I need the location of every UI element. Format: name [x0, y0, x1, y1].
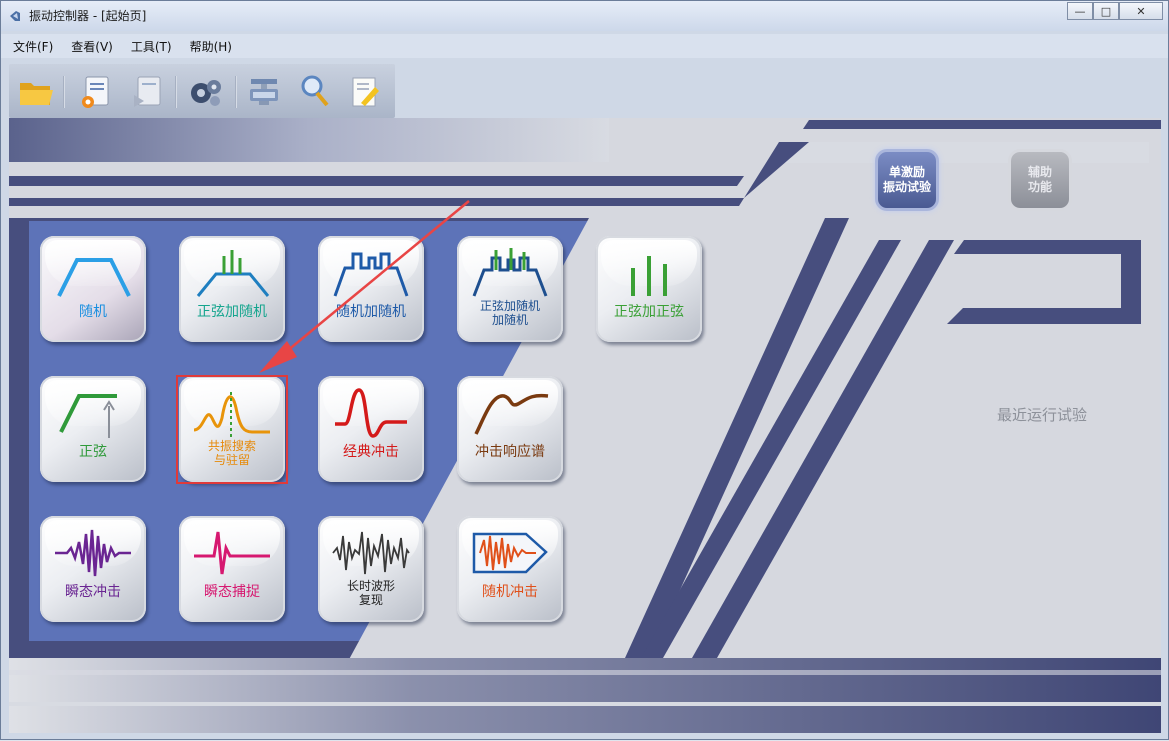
selection-highlight	[176, 375, 288, 484]
random-spectrum-icon	[57, 258, 131, 297]
sine-on-random-icon	[196, 250, 270, 297]
tile-label: 瞬态捕捉	[204, 584, 260, 600]
title-bar: 振动控制器 - [起始页] — □ ✕	[1, 1, 1168, 31]
sine-random-on-random-icon	[472, 248, 548, 297]
app-window: 振动控制器 - [起始页] — □ ✕ 文件(F) 查看(V) 工具(T) 帮助…	[0, 0, 1169, 740]
toolbar-separator	[235, 76, 237, 108]
tile-sine-random-on-random[interactable]: 正弦加随机 加随机	[457, 236, 563, 342]
tile-label: 正弦加正弦	[614, 304, 684, 320]
tile-long-waveform-replication[interactable]: 长时波形 复现	[318, 516, 424, 622]
menu-help[interactable]: 帮助(H)	[188, 36, 234, 57]
search-icon[interactable]	[297, 73, 335, 111]
close-button[interactable]: ✕	[1119, 2, 1163, 20]
menu-file[interactable]: 文件(F)	[11, 36, 55, 57]
gears-icon[interactable]	[187, 73, 225, 111]
folder-open-icon[interactable]	[17, 73, 55, 111]
window-controls: — □ ✕	[1067, 2, 1163, 22]
auxiliary-function-button[interactable]: 辅助 功能	[1008, 149, 1072, 211]
tile-transient-capture[interactable]: 瞬态捕捉	[179, 516, 285, 622]
tile-random[interactable]: 随机	[40, 236, 146, 342]
tile-label: 随机冲击	[482, 584, 538, 600]
minimize-button[interactable]: —	[1067, 2, 1093, 20]
tile-classic-shock[interactable]: 经典冲击	[318, 376, 424, 482]
tile-label: 经典冲击	[343, 444, 399, 460]
toolbar-separator	[63, 76, 65, 108]
recent-tests-label: 最近运行试验	[997, 406, 1088, 424]
menu-tools[interactable]: 工具(T)	[129, 36, 174, 57]
tile-label: 正弦加随机 加随机	[479, 299, 540, 327]
window-title: 振动控制器 - [起始页]	[29, 9, 147, 23]
sine-on-sine-icon	[631, 256, 667, 296]
app-icon	[10, 11, 20, 21]
classic-shock-icon	[335, 388, 407, 438]
tile-label: 瞬态冲击	[65, 584, 121, 600]
settings-document-icon[interactable]	[77, 73, 115, 111]
tile-label: 长时波形 复现	[346, 579, 395, 607]
srs-curve-icon	[474, 393, 549, 435]
menu-view[interactable]: 查看(V)	[69, 36, 115, 57]
menu-bar: 文件(F) 查看(V) 工具(T) 帮助(H)	[1, 34, 1168, 58]
transient-wave-icon	[55, 529, 131, 577]
random-on-random-icon	[333, 252, 409, 297]
tile-label: 随机	[79, 304, 107, 320]
toolbar	[9, 64, 395, 118]
edit-document-icon[interactable]	[347, 73, 385, 111]
transient-capture-icon	[194, 531, 270, 575]
tile-random-on-random[interactable]: 随机加随机	[318, 236, 424, 342]
tile-sine-on-random[interactable]: 正弦加随机	[179, 236, 285, 342]
tile-sine-on-sine[interactable]: 正弦加正弦	[596, 236, 702, 342]
tile-label: 正弦	[79, 444, 107, 460]
monitor-icon[interactable]	[245, 73, 283, 111]
tile-random-shock[interactable]: 随机冲击	[457, 516, 563, 622]
run-document-icon[interactable]	[129, 73, 167, 111]
toolbar-separator	[175, 76, 177, 108]
tile-label: 随机加随机	[336, 304, 406, 320]
tile-label: 正弦加随机	[197, 304, 267, 320]
maximize-button[interactable]: □	[1093, 2, 1119, 20]
tile-label: 冲击响应谱	[475, 444, 545, 460]
single-excitation-button[interactable]: 单激励 振动试验	[875, 149, 939, 211]
tile-transient-shock[interactable]: 瞬态冲击	[40, 516, 146, 622]
sine-sweep-icon	[59, 394, 117, 438]
tile-sine[interactable]: 正弦	[40, 376, 146, 482]
long-waveform-icon	[332, 531, 410, 575]
tile-shock-response-spectrum[interactable]: 冲击响应谱	[457, 376, 563, 482]
random-shock-icon	[472, 532, 548, 574]
